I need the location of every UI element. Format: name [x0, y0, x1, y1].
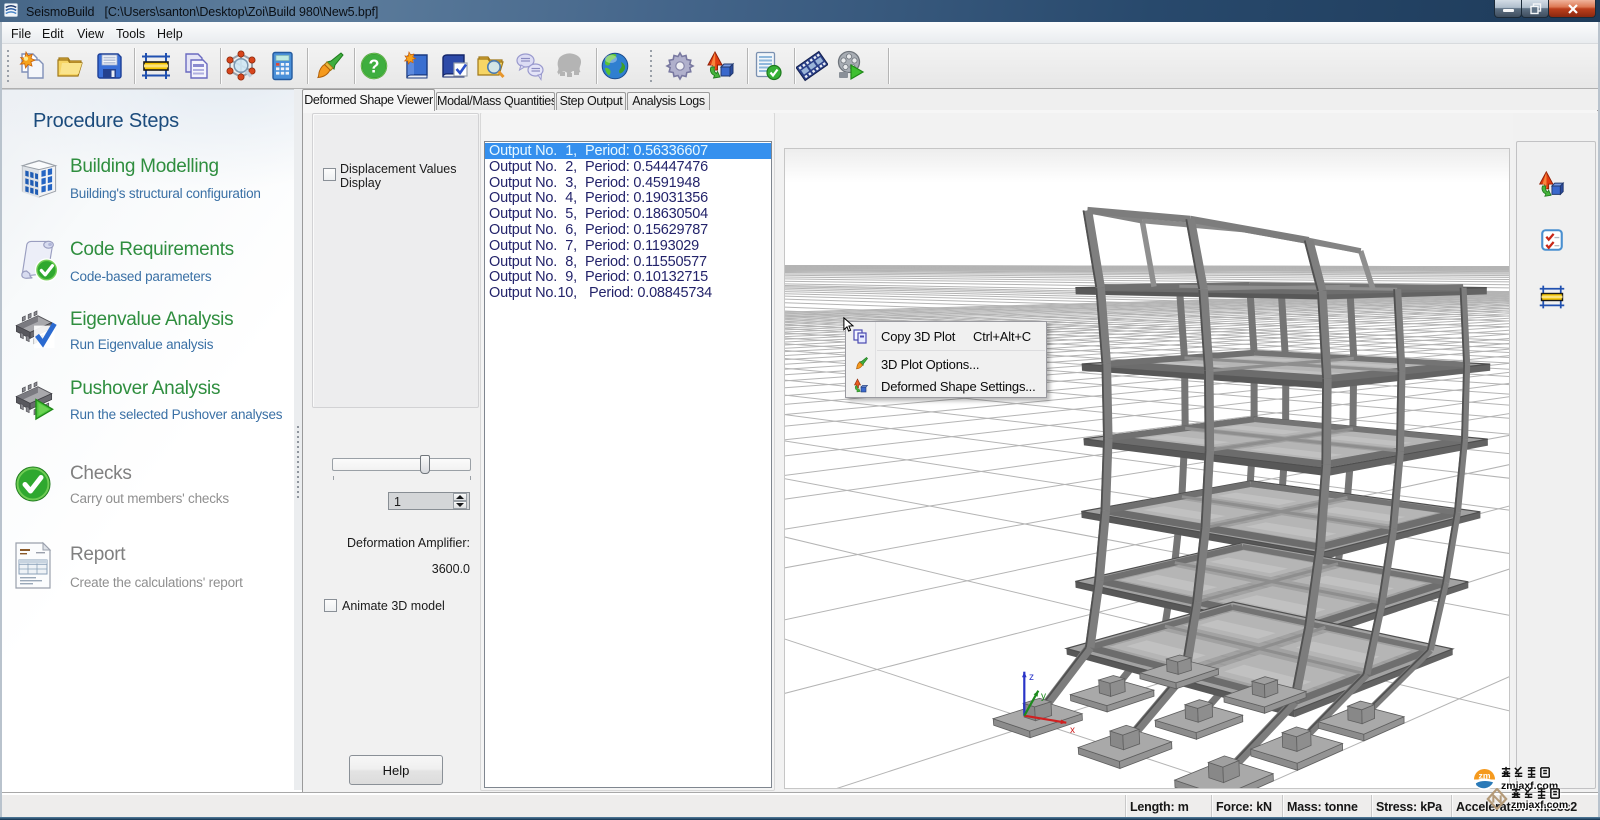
svg-text:z: z: [1029, 672, 1034, 683]
svg-text:x: x: [1070, 725, 1075, 736]
svg-text:y: y: [1041, 691, 1046, 702]
svg-text:zm: zm: [1479, 771, 1491, 781]
svg-text:?: ?: [369, 57, 380, 77]
